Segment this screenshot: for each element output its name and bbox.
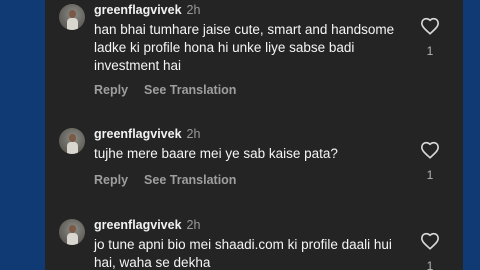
see-translation-button[interactable]: See Translation (144, 83, 236, 97)
comment-text: han bhai tumhare jaise cute, smart and h… (94, 22, 395, 73)
comment-time: 2h (186, 127, 201, 141)
comment-text: jo tune apni bio mei shaadi.com ki profi… (94, 237, 392, 270)
comments-panel: greenflagvivek 2h han bhai tumhare jaise … (45, 0, 463, 270)
comment-item: greenflagvivek 2h tujhe mere baare mei ye… (45, 124, 463, 204)
avatar-body (67, 233, 78, 245)
comment-meta: greenflagvivek 2h (94, 217, 200, 233)
avatar[interactable] (59, 128, 85, 154)
comment-username[interactable]: greenflagvivek (94, 127, 182, 141)
like-count: 1 (426, 259, 434, 270)
avatar[interactable] (59, 219, 85, 245)
avatar-body (67, 142, 78, 154)
reply-button[interactable]: Reply (94, 173, 128, 187)
heart-outline-icon[interactable] (420, 17, 440, 35)
comment-username[interactable]: greenflagvivek (94, 218, 182, 232)
heart-outline-icon[interactable] (420, 232, 440, 250)
reply-button[interactable]: Reply (94, 83, 128, 97)
comment-username[interactable]: greenflagvivek (94, 3, 182, 17)
avatar-head (69, 134, 76, 142)
comment-actions: Reply See Translation (94, 82, 236, 98)
avatar[interactable] (59, 4, 85, 30)
comment-meta: greenflagvivek 2h (94, 2, 200, 18)
comment-item: greenflagvivek 2h han bhai tumhare jaise … (45, 0, 463, 110)
comment-item: greenflagvivek 2h jo tune apni bio mei sh… (45, 215, 463, 270)
like-count: 1 (426, 44, 434, 58)
screen-background: greenflagvivek 2h han bhai tumhare jaise … (0, 0, 480, 270)
avatar-head (69, 10, 76, 18)
comment-actions: Reply See Translation (94, 172, 236, 188)
avatar-body (67, 18, 78, 30)
comment-time: 2h (186, 3, 201, 17)
heart-outline-icon[interactable] (420, 141, 440, 159)
like-count: 1 (426, 168, 434, 182)
comment-text: tujhe mere baare mei ye sab kaise pata? (94, 146, 338, 161)
see-translation-button[interactable]: See Translation (144, 173, 236, 187)
comment-time: 2h (186, 218, 201, 232)
avatar-head (69, 225, 76, 233)
comment-meta: greenflagvivek 2h (94, 126, 200, 142)
